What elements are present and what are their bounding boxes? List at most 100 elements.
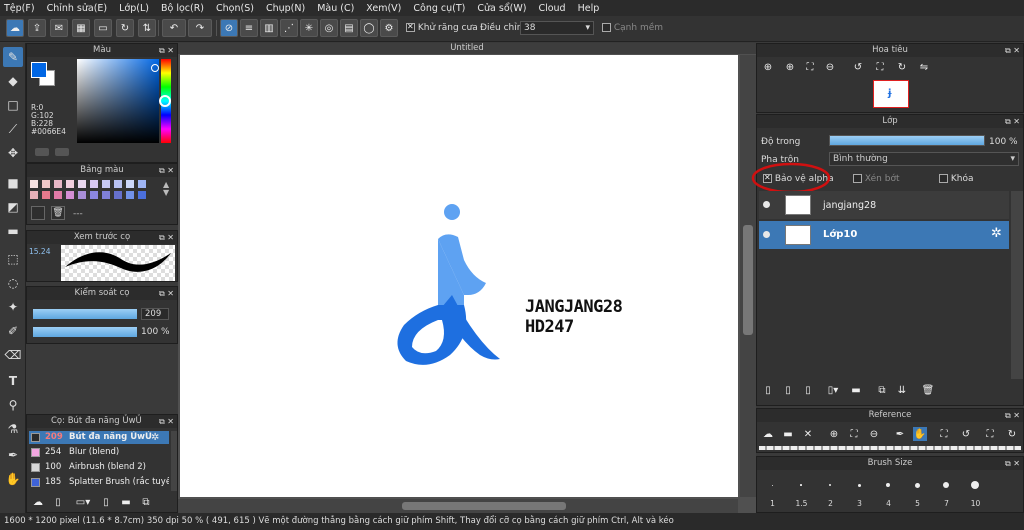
menu-help[interactable]: Help xyxy=(578,3,600,14)
panel-close-icon[interactable]: ⧉ ✕ xyxy=(159,44,174,57)
cloud-icon[interactable]: ☁ xyxy=(6,19,24,37)
palette-swatch[interactable] xyxy=(30,191,38,199)
layer-row-selected[interactable]: Lớp10 ✲ xyxy=(759,221,1009,249)
clip-checkbox[interactable] xyxy=(853,174,862,183)
gear-icon[interactable]: ✲ xyxy=(151,431,159,444)
brush-size-preset[interactable]: 10 xyxy=(962,475,989,509)
snap-off-icon[interactable]: ⊘ xyxy=(220,19,238,37)
reset-view-icon[interactable]: ⛶ xyxy=(873,60,887,74)
rect-tool-icon[interactable]: □ xyxy=(3,95,23,115)
zoom-actual-icon[interactable]: ⛶ xyxy=(847,427,861,441)
brush-menu-icon[interactable]: ▭▾ xyxy=(71,495,95,509)
new-layer-icon[interactable]: ▯ xyxy=(761,383,775,397)
palette-swatch[interactable] xyxy=(54,180,62,188)
zoom-out-icon[interactable]: ⊖ xyxy=(823,60,837,74)
duplicate-icon[interactable]: ⧉ xyxy=(139,495,153,509)
menu-layer[interactable]: Lớp(L) xyxy=(119,3,149,14)
flip-view-icon[interactable]: ⇋ xyxy=(917,60,931,74)
lasso-tool-icon[interactable]: ◌ xyxy=(3,273,23,293)
select-pen-tool-icon[interactable]: ✐ xyxy=(3,321,23,341)
palette-swatch[interactable] xyxy=(126,180,134,188)
brush-size-preset[interactable]: 3 xyxy=(846,475,873,509)
palette-swatch[interactable] xyxy=(66,180,74,188)
navigator-thumbnail[interactable]: ɉ xyxy=(873,80,909,108)
snap-cross-icon[interactable]: ▥ xyxy=(260,19,278,37)
panel-close-icon[interactable]: ⧉ ✕ xyxy=(1005,44,1020,57)
snap-parallel-icon[interactable]: ≡ xyxy=(240,19,258,37)
rotate-right-icon[interactable]: ↻ xyxy=(895,60,909,74)
palette-swatch[interactable] xyxy=(102,180,110,188)
panel-close-icon[interactable]: ⧉ ✕ xyxy=(1005,115,1020,128)
color-mode-button[interactable] xyxy=(35,148,49,156)
layer-opacity-slider[interactable] xyxy=(829,135,985,146)
palette-swatch[interactable] xyxy=(90,180,98,188)
new-brush-icon[interactable]: ▯ xyxy=(51,495,65,509)
brush-copy-icon[interactable]: ▯ xyxy=(99,495,113,509)
hand-tool-icon[interactable]: ✋ xyxy=(3,469,23,489)
snap-vanish-icon[interactable]: ⋰ xyxy=(280,19,298,37)
palette-swatch[interactable] xyxy=(114,191,122,199)
blend-mode-select[interactable]: Bình thường ▾ xyxy=(829,152,1019,166)
brush-size-preset[interactable] xyxy=(991,475,1018,509)
zoom-actual-icon[interactable]: ⛶ xyxy=(803,60,817,74)
brush-size-value[interactable]: 209 xyxy=(141,308,169,320)
snap-circle-icon[interactable]: ◎ xyxy=(320,19,338,37)
zoom-tool-icon[interactable]: ⚲ xyxy=(3,395,23,415)
palette-swatch[interactable] xyxy=(30,180,38,188)
palette-swatch[interactable] xyxy=(78,191,86,199)
brush-tool-icon[interactable]: ✎ xyxy=(3,47,23,67)
new-layer-mask-icon[interactable]: ▯ xyxy=(801,383,815,397)
grid-icon[interactable]: ▦ xyxy=(72,19,90,37)
document-canvas[interactable]: JANGJANG28 HD247 xyxy=(180,55,738,497)
hue-slider-handle[interactable] xyxy=(159,95,171,107)
rotate-left-icon[interactable]: ↺ xyxy=(959,427,973,441)
snap-curve-icon[interactable]: ▤ xyxy=(340,19,358,37)
brush-size-preset[interactable]: 1.5 xyxy=(788,475,815,509)
palette-swatch[interactable] xyxy=(102,191,110,199)
brush-list-scrollbar[interactable] xyxy=(171,431,177,491)
clip-option[interactable]: Xén bớt xyxy=(853,174,900,184)
palette-swatch[interactable] xyxy=(138,180,146,188)
layer-scrollbar[interactable] xyxy=(1011,191,1023,379)
menu-view[interactable]: Xem(V) xyxy=(366,3,401,14)
zoom-in-icon[interactable]: ⊕ xyxy=(827,427,841,441)
move-tool-icon[interactable]: ✥ xyxy=(3,143,23,163)
rotate-left-icon[interactable]: ↺ xyxy=(851,60,865,74)
layer-menu-icon[interactable]: ▯▾ xyxy=(821,383,845,397)
brush-size-preset[interactable]: 7 xyxy=(933,475,960,509)
undo-icon[interactable]: ↶ xyxy=(162,19,186,37)
new-layer-copy-icon[interactable]: ▯ xyxy=(781,383,795,397)
brush-size-preset[interactable]: 5 xyxy=(904,475,931,509)
menu-window[interactable]: Cửa sổ(W) xyxy=(477,3,526,14)
menu-tools[interactable]: Công cụ(T) xyxy=(413,3,465,14)
brush-item[interactable]: 185 Splatter Brush (rắc tuyết) xyxy=(29,476,169,489)
eyedropper-tool-icon[interactable]: ✒ xyxy=(3,445,23,465)
layer-row[interactable]: jangjang28 xyxy=(759,191,1009,219)
eye-icon[interactable] xyxy=(763,231,770,238)
panel-close-icon[interactable]: ⧉ ✕ xyxy=(1005,457,1020,470)
brush-item[interactable]: 254 Blur (blend) xyxy=(29,446,169,459)
palette-scroll-icon[interactable]: ▲ ▼ xyxy=(163,181,169,197)
redo-icon[interactable]: ↷ xyxy=(188,19,212,37)
smooth-edge-option[interactable]: Cạnh mềm xyxy=(602,23,663,33)
panel-close-icon[interactable]: ⧉ ✕ xyxy=(159,415,174,428)
gradient-tool-icon[interactable]: ▬ xyxy=(3,221,23,241)
brush-opacity-slider[interactable] xyxy=(33,327,137,337)
eyedropper-icon[interactable]: ✒ xyxy=(893,427,907,441)
palette-swatch[interactable] xyxy=(42,180,50,188)
zoom-out-icon[interactable]: ⊖ xyxy=(867,427,881,441)
layer-folder-icon[interactable]: ▬ xyxy=(849,383,863,397)
vertical-scrollbar[interactable] xyxy=(740,55,756,497)
menu-cloud[interactable]: Cloud xyxy=(538,3,565,14)
horizontal-scroll-thumb[interactable] xyxy=(402,502,566,510)
brush-item[interactable]: 100 Airbrush (blend 2) xyxy=(29,461,169,474)
smooth-edge-checkbox[interactable] xyxy=(602,23,611,32)
palette-swatch[interactable] xyxy=(138,191,146,199)
duplicate-layer-icon[interactable]: ⧉ xyxy=(875,383,889,397)
lock-checkbox[interactable] xyxy=(939,174,948,183)
antialias-checkbox[interactable] xyxy=(406,22,415,32)
panel-close-icon[interactable]: ⧉ ✕ xyxy=(159,231,174,244)
palette-swatch[interactable] xyxy=(78,180,86,188)
brush-size-slider[interactable] xyxy=(33,309,137,319)
color-saturation-square[interactable] xyxy=(77,59,159,143)
